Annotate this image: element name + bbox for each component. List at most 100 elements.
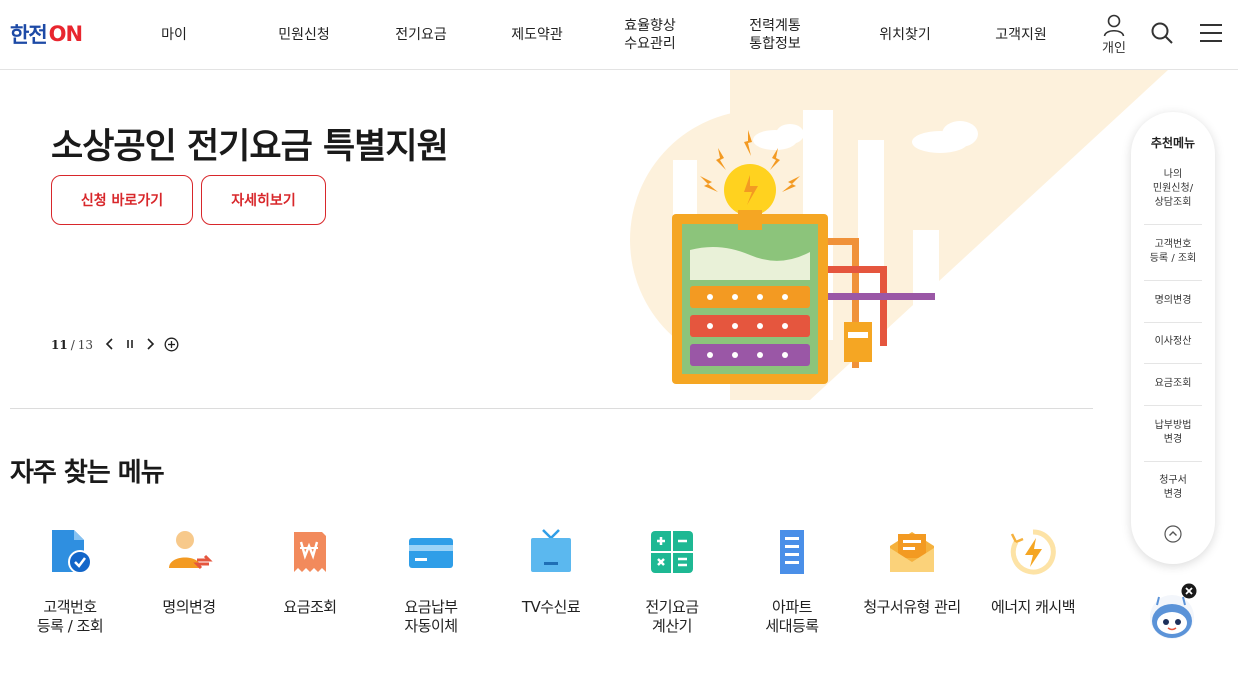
quick-label: 납부방법 — [1154, 420, 1192, 431]
quick-label: 변경 — [1163, 489, 1183, 500]
nav-label: 고객지원 — [995, 27, 1047, 43]
tv-icon — [519, 520, 583, 584]
hamburger-menu-icon[interactable] — [1200, 23, 1222, 43]
pause-icon[interactable] — [122, 336, 138, 352]
quick-item-moving-settlement[interactable]: 이사정산 — [1144, 335, 1202, 349]
menu-label: 자동이체 — [404, 617, 458, 635]
menu-label: 요금납부 — [404, 598, 458, 616]
kepco-on-logo[interactable]: 한전 ON — [10, 20, 105, 48]
site-header: 한전 ON 마이 민원신청 전기요금 제도약관 효율향상수요관리 전력계통통합정… — [0, 0, 1238, 70]
quick-label: 이사정산 — [1154, 336, 1192, 347]
quick-divider — [1144, 461, 1202, 462]
menu-label: 에너지 캐시백 — [990, 598, 1076, 616]
search-icon[interactable] — [1150, 21, 1174, 45]
logo-on-text: ON — [48, 22, 83, 46]
hero-illustration — [600, 70, 1180, 400]
section-divider — [10, 408, 1093, 409]
quick-label: 청구서 — [1159, 475, 1187, 486]
quick-label: 민원신청/ — [1152, 183, 1194, 194]
quick-label: 고객번호 — [1154, 239, 1192, 250]
quick-label: 변경 — [1163, 434, 1183, 445]
scroll-top-icon[interactable] — [1164, 525, 1182, 543]
nav-label: 통합정보 — [749, 36, 801, 52]
quick-item-bill-change[interactable]: 청구서 변경 — [1144, 474, 1202, 502]
nav-label: 전력계통 — [749, 18, 801, 34]
energy-cashback-icon — [1001, 520, 1065, 584]
prev-slide-icon[interactable] — [102, 336, 118, 352]
menu-label: 요금조회 — [283, 598, 337, 616]
logo-main-text: 한전 — [10, 23, 48, 47]
view-all-plus-icon[interactable] — [163, 336, 179, 352]
recommended-menu-title: 추천메뉴 — [1150, 136, 1196, 150]
apply-shortcut-button[interactable]: 신청 바로가기 — [51, 175, 193, 225]
recommended-menu-panel: 추천메뉴 나의 민원신청/ 상담조회 고객번호 등록 / 조회 명의변경 이사정… — [1131, 112, 1215, 564]
menu-apartment-registration[interactable]: 아파트 세대등록 — [732, 520, 852, 636]
quick-item-name-change[interactable]: 명의변경 — [1144, 294, 1202, 308]
view-details-button[interactable]: 자세히보기 — [201, 175, 326, 225]
menu-bill-type[interactable]: 청구서유형 관리 — [852, 520, 972, 617]
nav-item-policies[interactable]: 제도약관 — [497, 0, 577, 70]
quick-label: 상담조회 — [1154, 197, 1192, 208]
won-receipt-icon — [278, 520, 342, 584]
nav-label: 제도약관 — [511, 27, 563, 43]
nav-item-civil-request[interactable]: 민원신청 — [264, 0, 344, 70]
frequent-menu-title: 자주 찾는 메뉴 — [10, 458, 165, 488]
quick-item-customer-number[interactable]: 고객번호 등록 / 조회 — [1144, 238, 1202, 266]
menu-label: 아파트 — [772, 598, 812, 616]
nav-label: 효율향상 — [624, 18, 676, 34]
person-change-icon — [157, 520, 221, 584]
hero-title: 소상공인 전기요금 특별지원 — [51, 127, 449, 167]
quick-divider — [1144, 322, 1202, 323]
chatbot-icon[interactable] — [1145, 583, 1203, 641]
quick-divider — [1144, 363, 1202, 364]
menu-fee-inquiry[interactable]: 요금조회 — [250, 520, 370, 617]
calculator-icon — [640, 520, 704, 584]
slide-separator: / — [70, 338, 75, 352]
nav-item-grid-info[interactable]: 전력계통통합정보 — [735, 0, 815, 70]
document-check-icon — [38, 520, 102, 584]
apartment-icon — [760, 520, 824, 584]
nav-item-support[interactable]: 고객지원 — [981, 0, 1061, 70]
slide-counter: 11 / 13 — [51, 338, 93, 352]
menu-label: 계산기 — [652, 617, 692, 635]
menu-label: 등록 / 조회 — [36, 617, 104, 635]
quick-label: 명의변경 — [1154, 295, 1192, 306]
menu-label: TV수신료 — [521, 598, 581, 616]
menu-fee-calculator[interactable]: 전기요금 계산기 — [612, 520, 732, 636]
next-slide-icon[interactable] — [142, 336, 158, 352]
menu-label: 고객번호 — [43, 598, 97, 616]
menu-customer-number[interactable]: 고객번호 등록 / 조회 — [10, 520, 130, 636]
envelope-icon — [880, 520, 944, 584]
slide-total: 13 — [77, 338, 94, 352]
user-icon[interactable] — [1102, 13, 1126, 37]
quick-divider — [1144, 224, 1202, 225]
menu-label: 청구서유형 관리 — [863, 598, 961, 616]
nav-label: 마이 — [161, 27, 187, 43]
nav-label: 수요관리 — [624, 36, 676, 52]
nav-label: 민원신청 — [278, 27, 330, 43]
nav-label: 전기요금 — [395, 27, 447, 43]
menu-energy-cashback[interactable]: 에너지 캐시백 — [973, 520, 1093, 617]
quick-item-my-civil[interactable]: 나의 민원신청/ 상담조회 — [1144, 168, 1202, 210]
menu-label: 세대등록 — [765, 617, 819, 635]
quick-label: 등록 / 조회 — [1149, 253, 1197, 264]
menu-label: 전기요금 — [645, 598, 699, 616]
quick-divider — [1144, 280, 1202, 281]
menu-auto-payment[interactable]: 요금납부 자동이체 — [371, 520, 491, 636]
nav-item-efficiency[interactable]: 효율향상수요관리 — [610, 0, 690, 70]
nav-label: 위치찾기 — [879, 27, 931, 43]
nav-item-electricity-fee[interactable]: 전기요금 — [381, 0, 461, 70]
quick-item-fee-inquiry[interactable]: 요금조회 — [1144, 377, 1202, 391]
menu-label: 명의변경 — [162, 598, 216, 616]
quick-item-payment-method[interactable]: 납부방법 변경 — [1144, 419, 1202, 447]
login-type-label[interactable]: 개인 — [1097, 37, 1131, 56]
quick-label: 나의 — [1163, 169, 1183, 180]
menu-tv-fee[interactable]: TV수신료 — [491, 520, 611, 617]
nav-item-location[interactable]: 위치찾기 — [865, 0, 945, 70]
credit-card-icon — [399, 520, 463, 584]
menu-name-change[interactable]: 명의변경 — [129, 520, 249, 617]
nav-item-my[interactable]: 마이 — [134, 0, 214, 70]
quick-label: 요금조회 — [1154, 378, 1192, 389]
slide-current: 11 — [51, 338, 68, 352]
quick-divider — [1144, 405, 1202, 406]
